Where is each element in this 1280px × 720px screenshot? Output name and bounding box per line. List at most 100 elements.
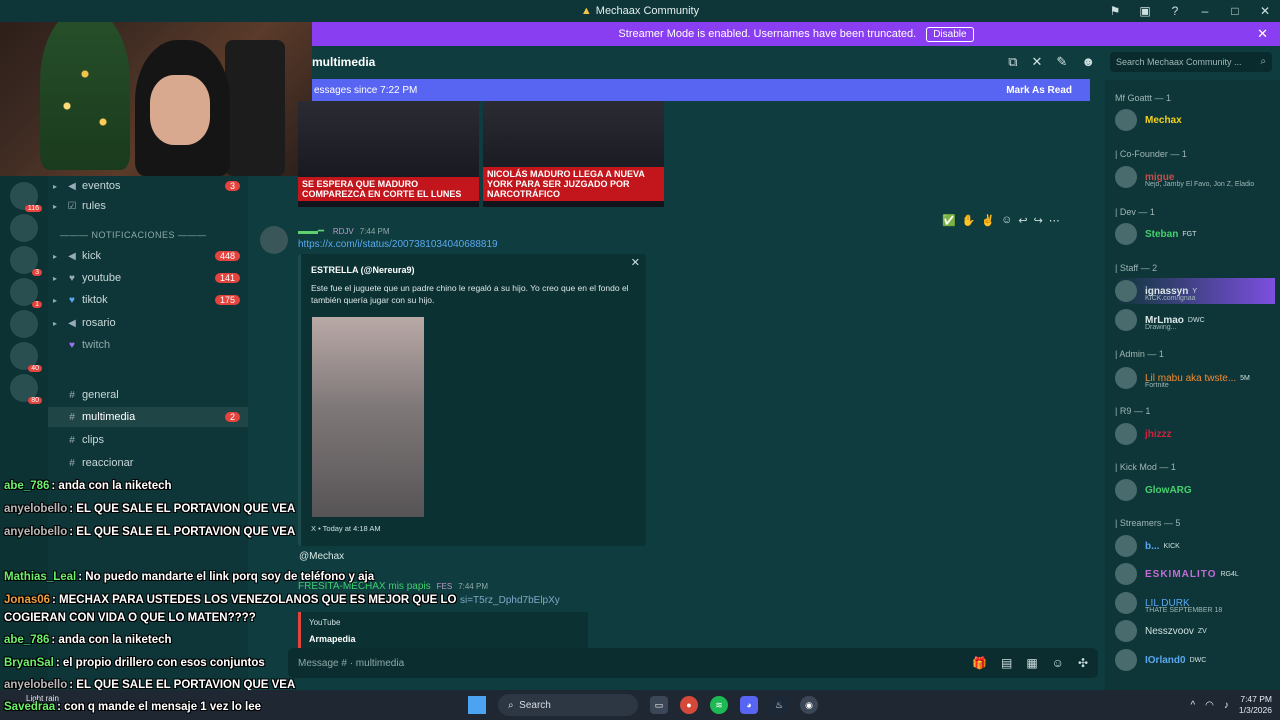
hash-icon: # (69, 457, 75, 469)
pin-icon[interactable]: ✎ (1056, 54, 1067, 70)
server-icon[interactable]: 1 (10, 278, 42, 308)
channel-kick[interactable]: ▸ ◀ kick 448 (48, 246, 248, 266)
message-input[interactable]: Message # · multimedia 🎁 ▤ ▦ ☺ ✣ (288, 648, 1098, 678)
channel-eventos[interactable]: ▸ ◀ eventos 3 (48, 176, 248, 196)
message-author[interactable]: ▬▬━ RDJV 7:44 PM (298, 226, 390, 237)
avatar (1115, 479, 1137, 501)
close-icon[interactable]: ✕ (1250, 4, 1280, 18)
chat-message: BryanSal: el propio drillero con esos co… (4, 657, 265, 669)
spotify-icon[interactable]: ≋ (710, 696, 728, 714)
member-item[interactable]: jhizzz (1115, 421, 1275, 447)
message-link[interactable]: si=T5rz_Dphd7bElpXy (460, 595, 560, 606)
discord-icon[interactable]: ◕ (740, 696, 758, 714)
tray-chevron-icon[interactable]: ^ (1190, 700, 1195, 711)
channel-rules[interactable]: ▸ ☑ rules (48, 196, 248, 216)
server-icon[interactable]: 3 (10, 246, 42, 276)
member-list: Mf Goattt — 1 Mechax | Co-Founder — 1 mi… (1105, 80, 1280, 690)
member-item[interactable]: Lil mabu aka twste... 5M Fortnite (1115, 365, 1275, 391)
server-icon[interactable] (10, 214, 38, 242)
members-icon[interactable]: ☻ (1081, 54, 1095, 70)
server-icon[interactable]: 40 (10, 342, 42, 372)
server-icon[interactable]: 116 (10, 182, 42, 212)
check-reaction-icon[interactable]: ✅ (942, 214, 956, 232)
member-group-header: | Co-Founder — 1 (1115, 149, 1187, 159)
message-actions: ✅ ✋ ✌ ☺ ↩ ↪ ⋯ (942, 214, 1082, 232)
twitter-embed: ESTRELLA (@Nereura9) Este fue el juguete… (298, 254, 646, 546)
screen-icon[interactable]: ▣ (1130, 4, 1160, 18)
mention-text[interactable]: @Mechax (299, 551, 344, 562)
embed-text: Este fue el juguete que un padre chino l… (311, 283, 629, 305)
channel-clips[interactable]: # clips (48, 430, 248, 450)
emoji-icon[interactable]: ☺ (1052, 656, 1064, 670)
member-item[interactable]: Mechax (1115, 107, 1275, 133)
channel-header: multimedia ⧉ ✕ ✎ ☻ (312, 46, 1105, 78)
add-reaction-icon[interactable]: ☺ (1001, 214, 1012, 232)
chat-text: COGIERAN CON VIDA O QUE LO MATEN???? (4, 612, 256, 624)
channel-label: rosario (82, 317, 116, 329)
channel-tiktok[interactable]: ▸ ♥ tiktok 175 (48, 290, 248, 310)
steam-icon[interactable]: ♨ (770, 696, 788, 714)
chrome-icon[interactable]: ● (680, 696, 698, 714)
taskbar-search[interactable]: ⌕ Search (498, 694, 638, 716)
christmas-tree-image (40, 10, 130, 170)
news-thumbnail[interactable]: SE ESPERA QUE MADURO COMPAREZCA EN CORTE… (298, 101, 479, 207)
sticker-icon[interactable]: ▦ (1026, 656, 1037, 670)
windows-start-icon[interactable] (468, 696, 486, 714)
mark-as-read-button[interactable]: Mark As Read (1006, 85, 1072, 96)
server-icon[interactable]: 80 (10, 374, 42, 404)
banner-close-icon[interactable]: ✕ (1257, 26, 1268, 42)
member-item[interactable]: ignassyn Y KICK.com/ignaa (1115, 278, 1275, 304)
member-item[interactable]: b... KICK (1115, 533, 1275, 559)
embed-author[interactable]: ESTRELLA (@Nereura9) (311, 265, 414, 275)
disable-button[interactable]: Disable (926, 26, 974, 42)
forward-icon[interactable]: ↪ (1034, 214, 1043, 232)
embed-title[interactable]: Armapedia (309, 634, 356, 644)
gift-icon[interactable]: 🎁 (972, 656, 987, 670)
volume-icon[interactable]: ♪ (1224, 700, 1229, 711)
gif-icon[interactable]: ▤ (1001, 656, 1012, 670)
member-name: jhizzz (1145, 428, 1172, 440)
member-item[interactable]: ESKIMALITO RG4L (1115, 561, 1275, 587)
fire-reaction-icon[interactable]: ✌ (981, 214, 995, 232)
member-item[interactable]: IOrland0 DWC (1115, 647, 1275, 673)
minimize-icon[interactable]: – (1190, 4, 1220, 18)
file-explorer-icon[interactable]: ▭ (650, 696, 668, 714)
threads-icon[interactable]: ⧉ (1008, 54, 1017, 70)
news-thumbnail[interactable]: NICOLÁS MADURO LLEGA A NUEVA YORK PARA S… (483, 101, 664, 207)
search-input[interactable]: Search Mechaax Community ... ⌕ (1110, 52, 1272, 72)
channel-rosario[interactable]: ▸ ◀ rosario (48, 313, 248, 333)
member-item[interactable]: Nesszvoov ZV (1115, 618, 1275, 644)
member-name: b... (1145, 540, 1160, 552)
mute-icon[interactable]: ✕ (1032, 54, 1043, 70)
channel-twitch[interactable]: ♥ twitch (48, 335, 248, 355)
channel-reaccionar[interactable]: # reaccionar (48, 453, 248, 473)
wifi-icon[interactable]: ◠ (1205, 700, 1214, 711)
inbox-icon[interactable]: ⚑ (1100, 4, 1130, 18)
server-icon[interactable] (10, 310, 38, 338)
member-item[interactable]: migue Nejo, Jamby El Favo, Jon Z, Eladio (1115, 164, 1275, 190)
category-notificaciones[interactable]: ——— NOTIFICACIONES ——— (60, 230, 240, 240)
clock[interactable]: 7:47 PM 1/3/2026 (1239, 694, 1272, 716)
news-thumbnails: SE ESPERA QUE MADURO COMPAREZCA EN CORTE… (298, 101, 664, 207)
thumbnail-caption: NICOLÁS MADURO LLEGA A NUEVA YORK PARA S… (483, 167, 664, 201)
maximize-icon[interactable]: □ (1220, 4, 1250, 18)
embed-close-icon[interactable]: ✕ (631, 256, 640, 269)
channel-youtube[interactable]: ▸ ♥ youtube 141 (48, 268, 248, 288)
avatar[interactable] (260, 226, 288, 254)
help-icon[interactable]: ? (1160, 4, 1190, 18)
member-item[interactable]: Steban FGT (1115, 221, 1275, 247)
member-item[interactable]: LIL DURK THATE SEPTEMBER 18 (1115, 590, 1275, 616)
message-link[interactable]: https://x.com/i/status/20073810340406888… (298, 239, 498, 250)
member-item[interactable]: MrLmao DWC Drawing... (1115, 307, 1275, 333)
role-tag: FES (436, 582, 453, 591)
channel-general[interactable]: # general (48, 385, 248, 405)
reply-icon[interactable]: ↩ (1018, 214, 1027, 232)
hand-reaction-icon[interactable]: ✋ (962, 214, 976, 232)
more-icon[interactable]: ⋯ (1049, 214, 1060, 232)
obs-icon[interactable]: ◉ (800, 696, 818, 714)
new-messages-bar[interactable]: essages since 7:22 PM Mark As Read (312, 79, 1090, 101)
member-item[interactable]: GlowARG (1115, 477, 1275, 503)
channel-multimedia[interactable]: # multimedia 2 (48, 407, 248, 427)
embed-image[interactable] (312, 317, 424, 517)
apps-icon[interactable]: ✣ (1078, 656, 1088, 670)
